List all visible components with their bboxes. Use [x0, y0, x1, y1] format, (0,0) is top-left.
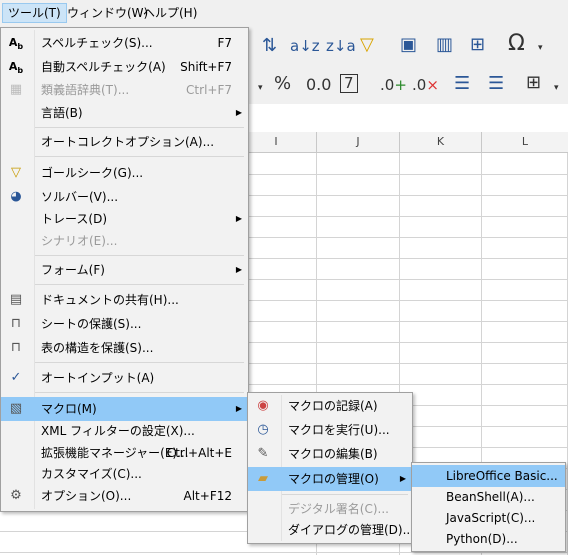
menu-separator [35, 284, 244, 285]
menu-tools[interactable]: ツール(T) [2, 3, 67, 23]
spellcheck-icon: Ab [8, 36, 24, 52]
record-macro-icon: ◉ [257, 398, 269, 413]
menu-item-spellcheck[interactable]: Ab スペルチェック(S)... F7 [1, 32, 248, 54]
menu-item-run-macro[interactable]: ◷ マクロを実行(U)... [248, 419, 412, 441]
menu-item-auto-spellcheck[interactable]: Ab 自動スペルチェック(A) Shift+F7 [1, 56, 248, 78]
menu-item-trace[interactable]: トレース(D) ▶ [1, 208, 248, 230]
delete-decimal-icon[interactable]: .0× [412, 75, 439, 95]
run-macro-icon: ◷ [257, 422, 269, 437]
menu-item-customize[interactable]: カスタマイズ(C)... [1, 463, 248, 485]
menu-item-record-macro[interactable]: ◉ マクロの記録(A) [248, 395, 412, 417]
insert-image-icon[interactable]: ▣ [400, 35, 417, 55]
menu-help[interactable]: ヘルプ(H) [138, 4, 202, 22]
pivot-table-icon[interactable]: ⊞ [470, 35, 485, 55]
macros-submenu: ◉ マクロの記録(A) ◷ マクロを実行(U)... ✎ マクロの編集(B) ▰… [247, 392, 414, 544]
menu-item-goal-seek[interactable]: ▽ ゴールシーク(G)... [1, 162, 248, 184]
sort-ascending-icon[interactable]: a↓z [290, 36, 320, 56]
menubar: ツール(T) ウィンドウ(W) ヘルプ(H) [0, 0, 568, 26]
menu-item-python[interactable]: Python(D)... [412, 528, 565, 550]
add-decimal-icon[interactable]: .0+ [380, 75, 407, 95]
chevron-down-icon[interactable]: ▾ [554, 78, 559, 98]
column-header-l[interactable]: L [482, 132, 568, 153]
gear-icon: ⚙ [10, 488, 22, 503]
menu-item-protect-structure[interactable]: ⊓ 表の構造を保護(S)... [1, 337, 248, 359]
menu-item-share-document[interactable]: ▤ ドキュメントの共有(H)... [1, 289, 248, 311]
menu-item-digital-signature[interactable]: デジタル署名(C)... [248, 498, 412, 520]
percent-format-button[interactable]: % [274, 74, 291, 94]
borders-icon[interactable]: ⊞ [526, 73, 541, 93]
menu-item-autoinput[interactable]: ✓ オートインプット(A) [1, 367, 248, 389]
chevron-down-icon[interactable]: ▾ [538, 38, 543, 58]
sort-icon[interactable]: ⇅ [262, 36, 277, 56]
special-character-icon[interactable]: Ω [508, 33, 525, 55]
autofilter-icon[interactable]: ▽ [360, 35, 374, 55]
menu-item-scenarios[interactable]: シナリオ(E)... [1, 230, 248, 252]
menu-item-libreoffice-basic[interactable]: LibreOffice Basic... [412, 465, 565, 487]
increase-indent-icon[interactable]: ☰ [454, 74, 470, 94]
edit-macro-icon: ✎ [257, 446, 269, 461]
menu-item-solver[interactable]: ◕ ソルバー(V)... [1, 186, 248, 208]
share-document-icon: ▤ [9, 292, 23, 307]
menu-separator [35, 156, 244, 157]
submenu-arrow-icon: ▶ [235, 265, 242, 274]
menu-item-macros[interactable]: ▧ マクロ(M) ▶ [1, 397, 248, 421]
menu-item-organize-dialogs[interactable]: ダイアログの管理(D)... [248, 519, 414, 541]
date-format-icon[interactable]: 7 [340, 74, 358, 93]
decrease-indent-icon[interactable]: ☰ [488, 74, 504, 94]
submenu-arrow-icon: ▶ [235, 214, 242, 223]
tools-menu: Ab スペルチェック(S)... F7 Ab 自動スペルチェック(A) Shif… [0, 27, 249, 512]
menu-item-xml-filter-settings[interactable]: XML フィルターの設定(X)... [1, 420, 248, 442]
menu-item-edit-macro[interactable]: ✎ マクロの編集(B) [248, 443, 412, 465]
submenu-arrow-icon: ▶ [399, 474, 406, 483]
folder-icon: ▰ [258, 471, 268, 486]
menu-separator [35, 362, 244, 363]
menu-item-extension-manager[interactable]: 拡張機能マネージャー(E)... Ctrl+Alt+E [1, 442, 248, 464]
macro-icon: ▧ [9, 401, 23, 416]
menu-item-language[interactable]: 言語(B) ▶ [1, 102, 248, 124]
menu-item-forms[interactable]: フォーム(F) ▶ [1, 259, 248, 281]
insert-chart-icon[interactable]: ▥ [436, 35, 453, 55]
menu-item-autocorrect[interactable]: オートコレクトオプション(A)... [1, 131, 248, 153]
checkmark-icon: ✓ [10, 370, 22, 385]
solver-icon: ◕ [10, 189, 22, 204]
sort-descending-icon[interactable]: z↓a [326, 36, 356, 56]
chevron-down-icon[interactable]: ▾ [258, 78, 263, 98]
column-header-j[interactable]: J [317, 132, 400, 153]
menu-item-protect-sheet[interactable]: ⊓ シートの保護(S)... [1, 313, 248, 335]
menu-item-organize-macros[interactable]: ▰ マクロの管理(O) ▶ [248, 467, 412, 491]
organize-macros-submenu: LibreOffice Basic... BeanShell(A)... Jav… [411, 462, 566, 552]
menu-separator [282, 494, 408, 495]
menu-separator [35, 127, 244, 128]
auto-spellcheck-icon: Ab [8, 60, 24, 76]
menu-separator [35, 392, 244, 393]
menu-separator [35, 255, 244, 256]
decimal-format-icon[interactable]: 0.0 [306, 75, 331, 95]
column-header-k[interactable]: K [400, 132, 482, 153]
menu-item-javascript[interactable]: JavaScript(C)... [412, 507, 565, 529]
thesaurus-icon: ▦ [9, 82, 23, 97]
menu-item-options[interactable]: ⚙ オプション(O)... Alt+F12 [1, 485, 248, 507]
lock-icon: ⊓ [10, 340, 22, 355]
submenu-arrow-icon: ▶ [235, 108, 242, 117]
goal-seek-icon: ▽ [11, 165, 21, 180]
lock-icon: ⊓ [10, 316, 22, 331]
submenu-arrow-icon: ▶ [235, 404, 242, 413]
grid-line [0, 552, 568, 553]
menu-item-beanshell[interactable]: BeanShell(A)... [412, 486, 565, 508]
menu-item-thesaurus[interactable]: ▦ 類義語辞典(T)... Ctrl+F7 [1, 79, 248, 101]
